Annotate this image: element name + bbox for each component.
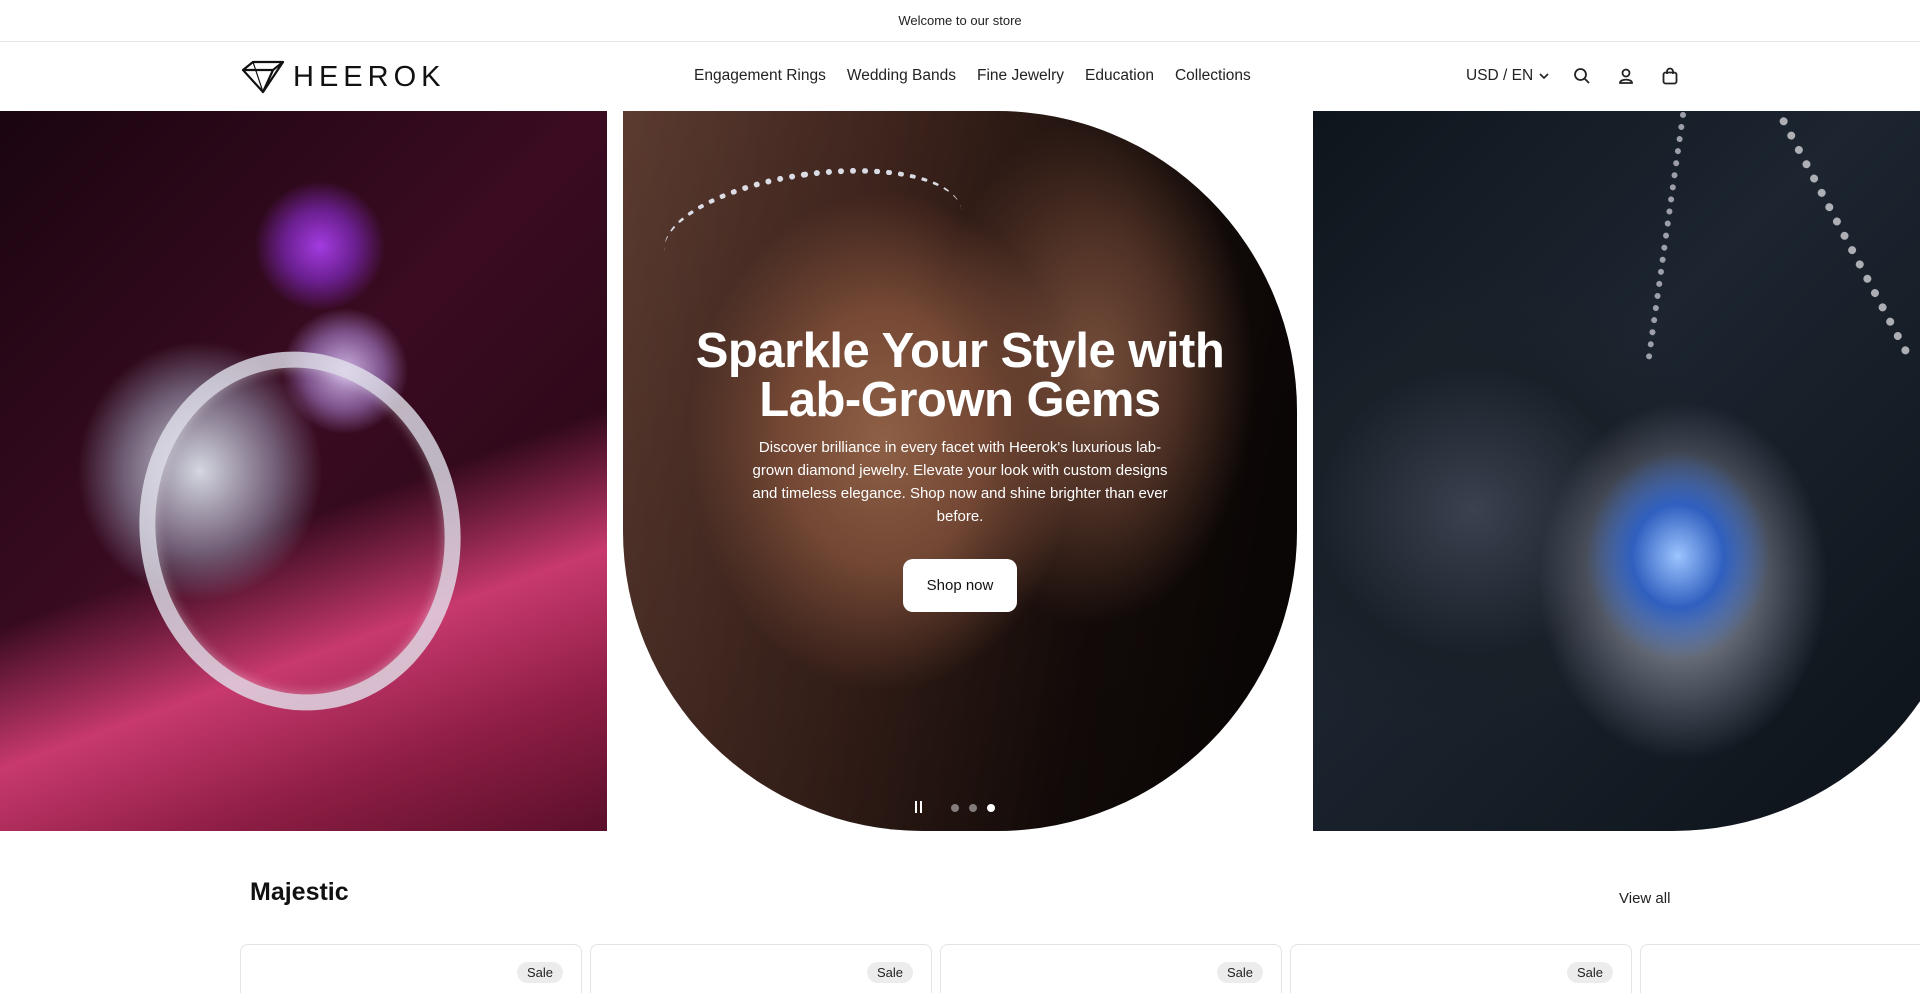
section-title: Majestic — [250, 878, 349, 906]
announcement-bar: Welcome to our store — [0, 0, 1920, 42]
locale-label: USD / EN — [1466, 67, 1534, 84]
pause-icon[interactable] — [915, 801, 927, 815]
chevron-down-icon — [1539, 73, 1549, 80]
product-card[interactable]: Sale — [240, 944, 582, 993]
sale-badge: Sale — [1216, 962, 1263, 983]
logo-text: HEEROK — [293, 60, 446, 93]
slide-dot-1[interactable] — [951, 804, 959, 812]
slideshow-controls — [915, 801, 995, 815]
search-button[interactable] — [1570, 64, 1594, 88]
nav-engagement-rings[interactable]: Engagement Rings — [694, 67, 826, 85]
header-actions: USD / EN — [1466, 64, 1702, 88]
nav-fine-jewelry[interactable]: Fine Jewelry — [977, 67, 1064, 85]
product-card[interactable]: Sale — [1290, 944, 1632, 993]
product-card[interactable] — [1640, 944, 1920, 993]
hero-slide-pendant-image — [1313, 111, 1920, 831]
account-button[interactable] — [1614, 64, 1638, 88]
nav-collections[interactable]: Collections — [1175, 67, 1251, 85]
slide-dot-2[interactable] — [969, 804, 977, 812]
main-nav: Engagement Rings Wedding Bands Fine Jewe… — [694, 67, 1251, 85]
account-icon — [1619, 68, 1634, 84]
sale-badge: Sale — [866, 962, 913, 983]
view-all-link[interactable]: View all — [1619, 890, 1670, 907]
cart-icon — [1662, 67, 1678, 85]
sale-badge: Sale — [1566, 962, 1613, 983]
hero-content: Sparkle Your Style with Lab-Grown Gems D… — [623, 111, 1297, 831]
slide-dot-3[interactable] — [987, 804, 995, 812]
diamond-logo-icon — [241, 60, 285, 94]
hero-heading: Sparkle Your Style with Lab-Grown Gems — [695, 324, 1225, 427]
announcement-text: Welcome to our store — [898, 13, 1022, 28]
logo[interactable]: HEEROK — [241, 60, 445, 94]
hero-slideshow: Sparkle Your Style with Lab-Grown Gems D… — [0, 111, 1920, 831]
cart-button[interactable] — [1658, 64, 1682, 88]
search-icon — [1574, 68, 1590, 84]
product-carousel: Sale Sale Sale Sale — [240, 944, 1920, 993]
sale-badge: Sale — [516, 962, 563, 983]
product-card[interactable]: Sale — [590, 944, 932, 993]
hero-slide-ring-image — [0, 111, 607, 831]
locale-selector[interactable]: USD / EN — [1466, 67, 1550, 85]
hero-description: Discover brilliance in every facet with … — [752, 439, 1168, 525]
shop-now-button[interactable]: Shop now — [903, 559, 1017, 612]
product-card[interactable]: Sale — [940, 944, 1282, 993]
site-header: HEEROK Engagement Rings Wedding Bands Fi… — [0, 42, 1920, 111]
nav-education[interactable]: Education — [1085, 67, 1154, 85]
nav-wedding-bands[interactable]: Wedding Bands — [847, 67, 956, 85]
